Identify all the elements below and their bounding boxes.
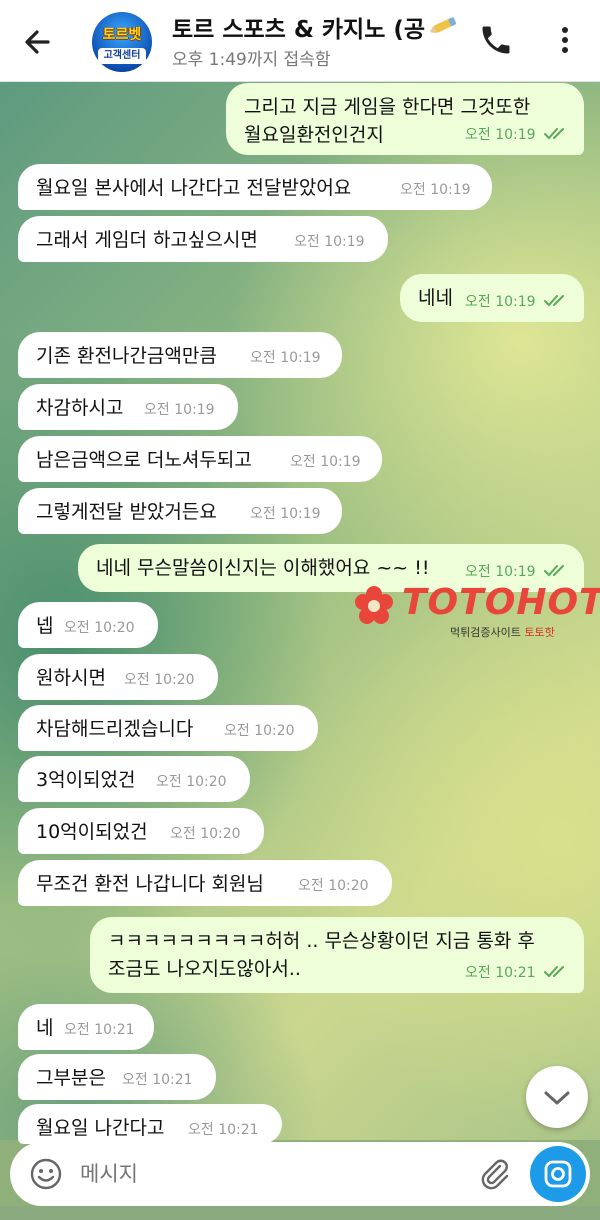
attach-button[interactable] (476, 1156, 512, 1192)
message-time: 오전 10:21 (188, 1122, 259, 1138)
chat-title[interactable]: 토르 스포츠 & 카지노 (공 (172, 10, 454, 40)
pencil-emoji-icon (430, 17, 457, 34)
message-time: 오전 10:19 (464, 294, 536, 310)
back-button[interactable] (18, 22, 58, 62)
camera-button[interactable] (530, 1146, 586, 1202)
chevron-down-icon (544, 1091, 570, 1105)
message-incoming[interactable]: 넵 오전 10:20 (18, 602, 158, 648)
message-time: 오전 10:21 (64, 1022, 135, 1038)
message-composer (10, 1142, 590, 1206)
message-time: 오전 10:20 (64, 620, 135, 636)
more-menu-button[interactable] (548, 22, 582, 58)
message-time: 오전 10:19 (294, 234, 365, 250)
message-time: 오전 10:21 (122, 1072, 193, 1088)
message-incoming[interactable]: 월요일 본사에서 나간다고 전달받았어요 오전 10:19 (18, 164, 492, 210)
message-time: 오전 10:20 (170, 826, 241, 842)
scroll-down-button[interactable] (526, 1066, 588, 1128)
message-text-line: ㅋㅋㅋㅋㅋㅋㅋㅋㅋ허허 .. 무슨상황이던 지금 통화 후 (108, 930, 535, 952)
watermark-caption-brand: 토토핫 (524, 626, 555, 639)
message-outgoing[interactable]: ㅋㅋㅋㅋㅋㅋㅋㅋㅋ허허 .. 무슨상황이던 지금 통화 후 조금도 나오지도않아… (90, 917, 584, 993)
message-incoming[interactable]: 3억이되었건 오전 10:20 (18, 756, 250, 802)
message-outgoing[interactable]: 그리고 지금 게임을 한다면 그것또한 월요일환전인건지 오전 10:19 (226, 83, 584, 155)
camera-icon (544, 1160, 572, 1188)
smiley-icon (30, 1158, 62, 1190)
bottom-edge (0, 1206, 600, 1220)
watermark-brand: TOTOHOT (402, 582, 600, 623)
last-seen-status: 오후 1:49까지 접속함 (172, 50, 331, 70)
avatar-caption: 고객센터 (98, 48, 146, 64)
message-text-line: 그리고 지금 게임을 한다면 그것또한 (244, 96, 531, 118)
message-time: 오전 10:19 (250, 506, 321, 522)
chat-header: 토르벳 고객센터 토르 스포츠 & 카지노 (공 오후 1:49까지 접속함 (0, 0, 600, 82)
message-time: 오전 10:19 (144, 402, 215, 418)
avatar[interactable]: 토르벳 고객센터 (92, 12, 152, 72)
message-time: 오전 10:19 (464, 127, 536, 143)
message-incoming[interactable]: 월요일 나간다고 오전 10:21 (18, 1104, 282, 1144)
message-incoming[interactable]: 그래서 게임더 하고싶으시면 오전 10:19 (18, 216, 388, 262)
message-input[interactable] (80, 1154, 460, 1194)
message-time: 오전 10:19 (290, 454, 361, 470)
message-outgoing[interactable]: 네네 오전 10:19 (400, 274, 584, 322)
message-incoming[interactable]: 그렇게전달 받았거든요 오전 10:19 (18, 488, 342, 534)
double-check-icon (544, 295, 564, 307)
message-incoming[interactable]: 네 오전 10:21 (18, 1004, 154, 1050)
message-time: 오전 10:20 (124, 672, 195, 688)
double-check-icon (544, 128, 564, 140)
message-time: 오전 10:19 (250, 350, 321, 366)
message-time: 오전 10:21 (464, 965, 536, 981)
message-incoming[interactable]: 차감하시고 오전 10:19 (18, 384, 238, 430)
message-incoming[interactable]: 기존 환전나간금액만큼 오전 10:19 (18, 332, 342, 378)
message-time: 오전 10:19 (464, 564, 536, 580)
arrow-left-icon (25, 30, 50, 54)
message-time: 오전 10:19 (400, 182, 471, 198)
message-incoming[interactable]: 무조건 환전 나갑니다 회원님 오전 10:20 (18, 860, 392, 906)
watermark-caption: 먹튀검증사이트 (450, 626, 521, 639)
avatar-logo-text: 토르벳 (102, 27, 142, 43)
flower-logo-icon (355, 586, 393, 624)
paperclip-icon (481, 1159, 509, 1190)
more-vertical-icon (562, 27, 568, 53)
double-check-icon (544, 966, 564, 978)
call-button[interactable] (478, 22, 514, 58)
message-incoming[interactable]: 그부분은 오전 10:21 (18, 1054, 216, 1100)
phone-icon (482, 26, 510, 54)
message-incoming[interactable]: 원하시면 오전 10:20 (18, 654, 218, 700)
message-time: 오전 10:20 (298, 878, 369, 894)
message-time: 오전 10:20 (224, 723, 295, 739)
double-check-icon (544, 565, 564, 577)
watermark: TOTOHOT 먹튀검증사이트 토토핫 (352, 582, 600, 646)
message-incoming[interactable]: 10억이되었건 오전 10:20 (18, 808, 264, 854)
emoji-button[interactable] (28, 1156, 64, 1192)
message-incoming[interactable]: 남은금액으로 더노셔두되고 오전 10:19 (18, 436, 382, 482)
message-time: 오전 10:20 (156, 774, 227, 790)
message-incoming[interactable]: 차담해드리겠습니다 오전 10:20 (18, 705, 318, 751)
